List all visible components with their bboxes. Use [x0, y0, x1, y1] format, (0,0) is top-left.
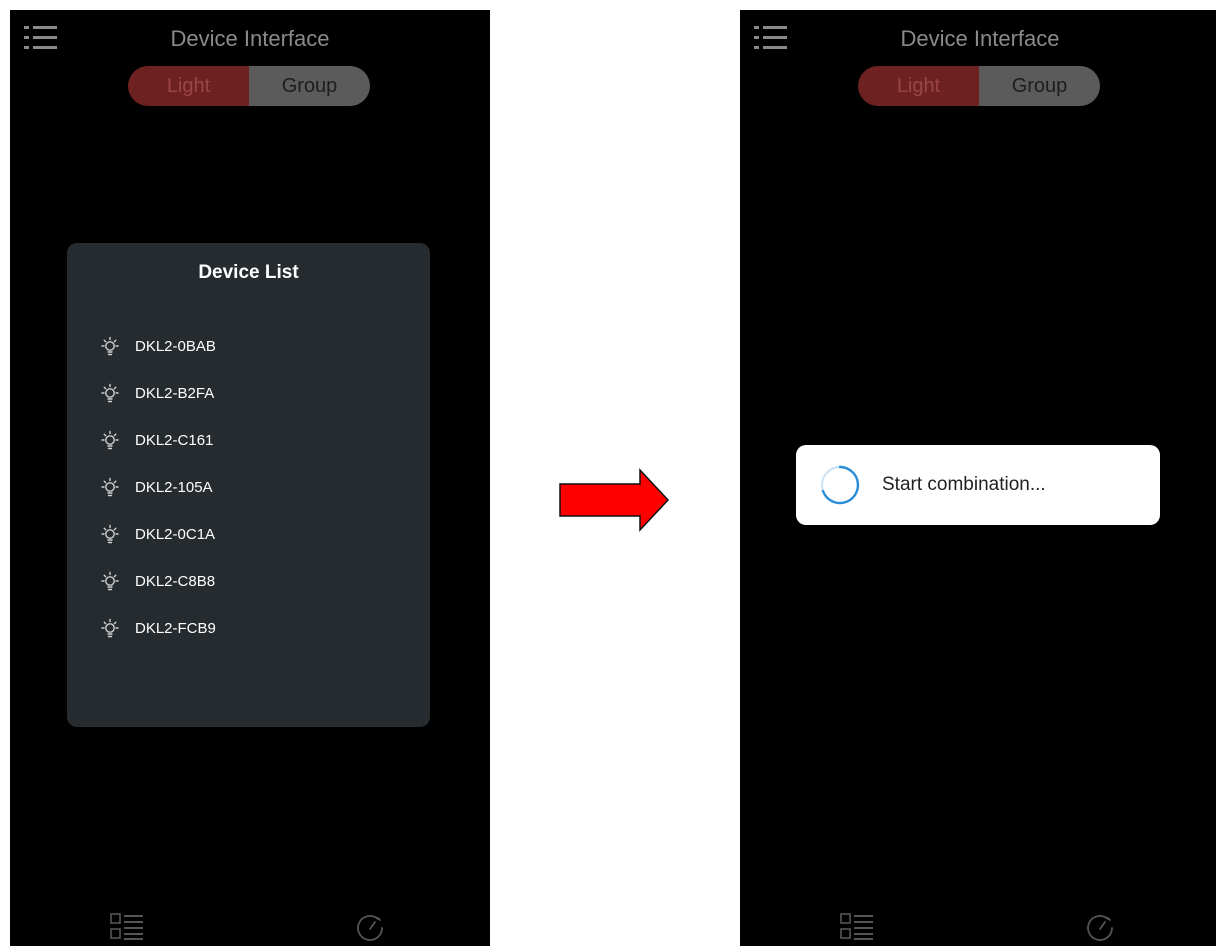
bottom-navigation	[740, 906, 1216, 946]
device-list-icon[interactable]	[840, 912, 874, 942]
tab-group[interactable]: Group	[979, 66, 1100, 106]
light-bulb-icon	[101, 524, 119, 543]
light-bulb-icon	[101, 383, 119, 402]
device-name: DKL2-FCB9	[135, 620, 216, 637]
device-list-icon[interactable]	[110, 912, 144, 942]
device-list-title: Device List	[198, 262, 299, 283]
gauge-icon[interactable]	[354, 912, 386, 944]
device-name: DKL2-105A	[135, 479, 213, 496]
light-group-toggle: Light Group	[128, 66, 370, 106]
device-name: DKL2-C8B8	[135, 573, 216, 590]
light-group-toggle: Light Group	[858, 66, 1100, 106]
list-item[interactable]: DKL2-C8B8	[99, 558, 216, 605]
phone-screen-combining: Device Interface Light Group Start combi…	[740, 10, 1216, 946]
dialog-message: Start combination...	[882, 474, 1046, 495]
list-item[interactable]: DKL2-0C1A	[99, 511, 216, 558]
device-name: DKL2-0BAB	[135, 338, 216, 355]
light-bulb-icon	[101, 618, 119, 637]
page-title: Device Interface	[170, 26, 330, 51]
light-bulb-icon	[101, 336, 119, 355]
progress-dialog: Start combination...	[796, 445, 1160, 525]
list-item[interactable]: DKL2-B2FA	[99, 370, 216, 417]
loading-spinner-icon	[820, 465, 860, 505]
device-list-panel: Device List DKL2-0BAB DKL2-B2FA DKL2-C16…	[67, 243, 430, 727]
device-name: DKL2-C161	[135, 432, 214, 449]
gauge-icon[interactable]	[1084, 912, 1116, 944]
light-bulb-icon	[101, 477, 119, 496]
device-list: DKL2-0BAB DKL2-B2FA DKL2-C161 DKL2-105A …	[99, 323, 216, 652]
bottom-navigation	[10, 906, 490, 946]
right-arrow-icon	[559, 468, 670, 532]
light-bulb-icon	[101, 430, 119, 449]
list-item[interactable]: DKL2-105A	[99, 464, 216, 511]
list-item[interactable]: DKL2-0BAB	[99, 323, 216, 370]
tab-group[interactable]: Group	[249, 66, 370, 106]
device-name: DKL2-0C1A	[135, 526, 216, 543]
phone-screen-device-list: Device Interface Light Group Device List	[10, 10, 490, 946]
tab-light[interactable]: Light	[858, 66, 979, 106]
list-item[interactable]: DKL2-FCB9	[99, 605, 216, 652]
list-item[interactable]: DKL2-C161	[99, 417, 216, 464]
page-title: Device Interface	[900, 26, 1060, 51]
tab-light[interactable]: Light	[128, 66, 249, 106]
light-bulb-icon	[101, 571, 119, 590]
device-name: DKL2-B2FA	[135, 385, 215, 402]
